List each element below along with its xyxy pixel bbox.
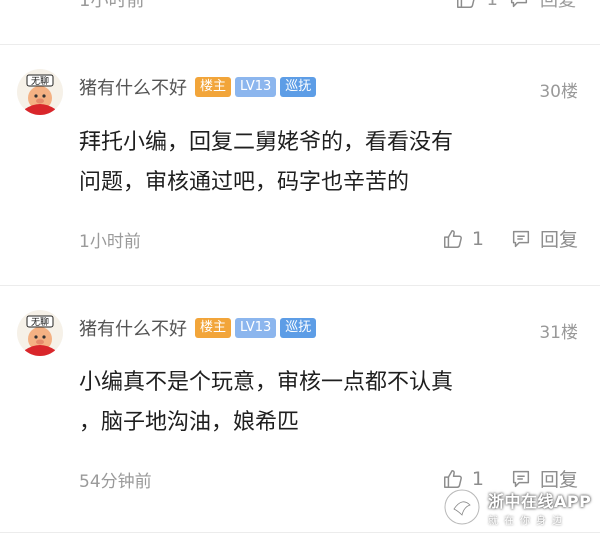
avatar-text: 无聊 [31, 75, 49, 87]
like-count: 1 [487, 0, 498, 10]
like-count: 1 [471, 227, 484, 250]
comment-time: 1小时前 [79, 0, 145, 11]
reply-label[interactable]: 回复 [540, 0, 576, 12]
comment-actions: 1 回复 [442, 225, 578, 252]
avatar-text: 无聊 [31, 316, 49, 328]
floor-number: 31楼 [539, 323, 578, 343]
app-watermark: 浙中在线APP 就在你身边 [442, 480, 600, 534]
reply-button[interactable]: 回复 [510, 225, 578, 252]
owner-badge: 楼主 [195, 318, 232, 338]
username[interactable]: 猪有什么不好 [79, 315, 187, 341]
owner-badge: 楼主 [195, 77, 232, 97]
username[interactable]: 猪有什么不好 [79, 74, 187, 100]
app-logo-icon [443, 488, 481, 526]
avatar[interactable]: 无聊 [17, 69, 63, 115]
previous-comment-footer: 1小时前 1 回复 [0, 0, 600, 44]
comment-line: 拜托小编，回复二舅姥爷的，看看没有 [79, 130, 454, 155]
comment-actions: 1 回复 [455, 0, 576, 12]
level-badge: LV13 [235, 318, 277, 338]
comment-icon [510, 228, 532, 250]
patrol-badge: 巡抚 [280, 77, 317, 97]
comment-line: ，脑子地沟油，娘希匹 [79, 410, 300, 435]
thumbs-up-icon [442, 228, 464, 250]
patrol-badge: 巡抚 [280, 318, 317, 338]
comment-floor-30: 无聊 猪有什么不好 楼主 LV13 巡抚 30楼 拜托小编，回复二舅姥爷的，看看… [0, 45, 600, 285]
watermark-title: 浙中在线APP [488, 491, 592, 511]
thumbs-up-icon[interactable] [455, 0, 477, 10]
comment-content: 小编真不是个玩意，审核一点都不认真 ，脑子地沟油，娘希匹 [79, 363, 579, 443]
level-badge: LV13 [235, 77, 277, 97]
floor-number: 30楼 [539, 82, 578, 102]
comment-icon[interactable] [508, 0, 530, 10]
user-line: 猪有什么不好 楼主 LV13 巡抚 [79, 316, 320, 340]
comment-time: 1小时前 [79, 232, 141, 252]
comment-line: 小编真不是个玩意，审核一点都不认真 [79, 370, 454, 395]
comment-line: 问题，审核通过吧，码字也辛苦的 [79, 170, 410, 195]
user-line: 猪有什么不好 楼主 LV13 巡抚 [79, 75, 320, 99]
like-button[interactable]: 1 [442, 228, 484, 250]
comment-time: 54分钟前 [79, 472, 152, 492]
watermark-subtitle: 就在你身边 [488, 515, 568, 527]
reply-label: 回复 [539, 229, 578, 251]
avatar[interactable]: 无聊 [17, 310, 63, 356]
comment-content: 拜托小编，回复二舅姥爷的，看看没有 问题，审核通过吧，码字也辛苦的 [79, 123, 579, 203]
